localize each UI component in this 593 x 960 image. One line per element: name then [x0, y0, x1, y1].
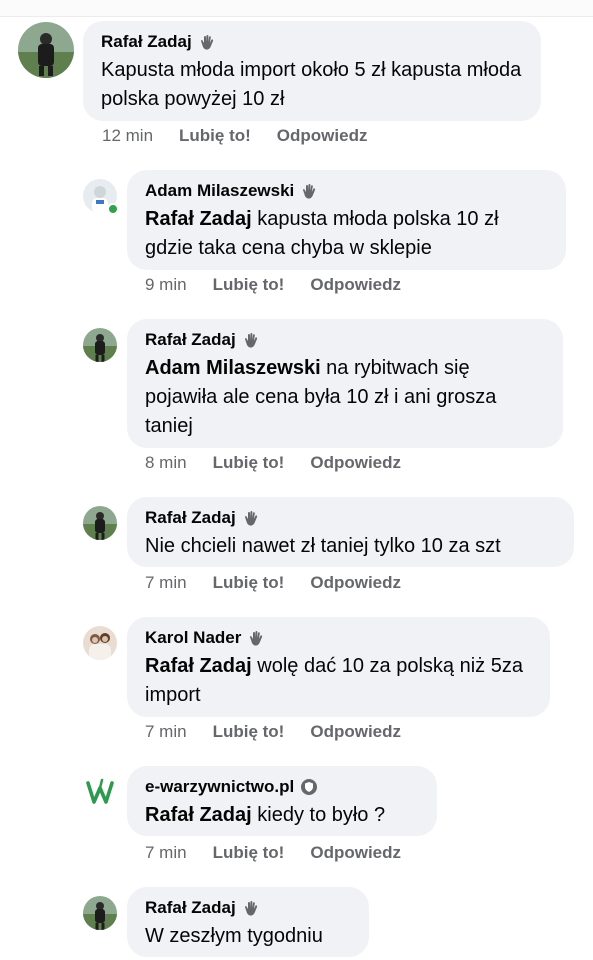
waving-hand-icon	[300, 182, 318, 200]
comment-meta: 7 min Lubię to! Odpowiedz	[145, 573, 401, 593]
comment-meta: 7 min Lubię to! Odpowiedz	[145, 722, 401, 742]
comment-text: Rafał Zadaj wolę dać 10 za polską niż 5z…	[145, 652, 532, 710]
like-button[interactable]: Lubię to!	[179, 126, 251, 146]
comment-bubble: Karol Nader Rafał Zadaj wolę dać 10 za p…	[127, 617, 550, 717]
author-name[interactable]: Adam Milaszewski	[145, 180, 294, 202]
like-button[interactable]: Lubię to!	[213, 573, 285, 593]
author-name[interactable]: Rafał Zadaj	[145, 507, 236, 529]
comment-meta: 9 min Lubię to! Odpowiedz	[145, 275, 401, 295]
author-name[interactable]: Karol Nader	[145, 627, 241, 649]
waving-hand-icon	[242, 899, 260, 917]
avatar[interactable]	[83, 626, 117, 660]
comment-meta: 8 min Lubię to! Odpowiedz	[145, 453, 401, 473]
comment-bubble: Rafał Zadaj Nie chcieli nawet zł taniej …	[127, 497, 574, 567]
avatar[interactable]	[83, 328, 117, 362]
comment-bubble: Adam Milaszewski Rafał Zadaj kapusta mło…	[127, 170, 566, 270]
like-button[interactable]: Lubię to!	[213, 275, 285, 295]
comment-time[interactable]: 7 min	[145, 573, 187, 593]
comment-time[interactable]: 7 min	[145, 722, 187, 742]
comment-text: Adam Milaszewski na rybitwach się pojawi…	[145, 354, 545, 441]
like-button[interactable]: Lubię to!	[213, 843, 285, 863]
waving-hand-icon	[198, 33, 216, 51]
like-button[interactable]: Lubię to!	[213, 453, 285, 473]
comment-bubble: e-warzywnictwo.pl Rafał Zadaj kiedy to b…	[127, 766, 437, 836]
avatar[interactable]	[83, 896, 117, 930]
comment-body: kiedy to było ?	[251, 804, 386, 826]
reply-button[interactable]: Odpowiedz	[310, 722, 401, 742]
comment-time[interactable]: 12 min	[102, 126, 153, 146]
author-name[interactable]: Rafał Zadaj	[101, 31, 192, 53]
author-name[interactable]: Rafał Zadaj	[145, 897, 236, 919]
reply-button[interactable]: Odpowiedz	[310, 453, 401, 473]
comment-text: Rafał Zadaj kapusta młoda polska 10 zł g…	[145, 205, 548, 263]
online-indicator	[107, 203, 119, 215]
comment-text: W zeszłym tygodniu	[145, 925, 323, 947]
reply-button[interactable]: Odpowiedz	[277, 126, 368, 146]
mention-link[interactable]: Adam Milaszewski	[145, 357, 321, 379]
waving-hand-icon	[242, 509, 260, 527]
author-name[interactable]: Rafał Zadaj	[145, 329, 236, 351]
author-name[interactable]: e-warzywnictwo.pl	[145, 776, 294, 798]
avatar[interactable]	[18, 22, 74, 78]
comment-bubble: Rafał Zadaj Adam Milaszewski na rybitwac…	[127, 319, 563, 448]
comment-text: Kapusta młoda import około 5 zł kapusta …	[101, 59, 522, 110]
reply-button[interactable]: Odpowiedz	[310, 843, 401, 863]
like-button[interactable]: Lubię to!	[213, 722, 285, 742]
comment-meta: 12 min Lubię to! Odpowiedz	[102, 126, 367, 146]
avatar[interactable]	[83, 506, 117, 540]
top-divider	[0, 0, 593, 17]
shield-badge-icon	[300, 778, 318, 796]
reply-button[interactable]: Odpowiedz	[310, 275, 401, 295]
waving-hand-icon	[247, 629, 265, 647]
comment-time[interactable]: 7 min	[145, 843, 187, 863]
comment-time[interactable]: 9 min	[145, 275, 187, 295]
comment-meta: 7 min Lubię to! Odpowiedz	[145, 843, 401, 863]
avatar[interactable]	[83, 775, 117, 809]
comment-bubble: Rafał Zadaj Kapusta młoda import około 5…	[83, 21, 541, 121]
comment-time[interactable]: 8 min	[145, 453, 187, 473]
mention-link[interactable]: Rafał Zadaj	[145, 208, 252, 230]
comment-text: Rafał Zadaj kiedy to było ?	[145, 801, 419, 830]
reply-button[interactable]: Odpowiedz	[310, 573, 401, 593]
mention-link[interactable]: Rafał Zadaj	[145, 804, 252, 826]
comment-bubble: Rafał Zadaj W zeszłym tygodniu	[127, 887, 369, 957]
waving-hand-icon	[242, 331, 260, 349]
comment-text: Nie chcieli nawet zł taniej tylko 10 za …	[145, 535, 501, 557]
mention-link[interactable]: Rafał Zadaj	[145, 655, 252, 677]
